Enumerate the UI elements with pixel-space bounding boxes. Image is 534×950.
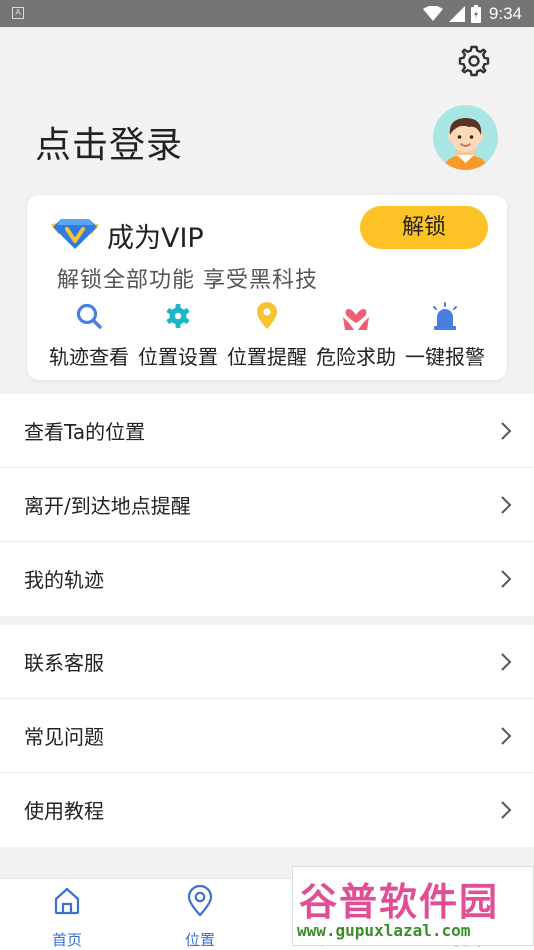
menu-item-label: 使用教程 [24,799,104,823]
feature-label: 位置设置 [138,345,218,369]
battery-icon [470,5,481,23]
vip-diamond-icon [51,219,99,249]
menu-item-faq[interactable]: 常见问题 [0,699,534,773]
chevron-right-icon [501,496,512,514]
chevron-right-icon [501,653,512,671]
gear-icon [166,304,190,328]
wifi-icon [422,6,443,21]
feature-location-reminder[interactable]: 位置提醒 [223,301,311,370]
location-pin-icon [257,302,277,329]
watermark-text: 谷普软件园 [299,880,500,924]
tab-label: 首页 [51,931,82,949]
menu-item-label: 常见问题 [24,725,104,749]
menu-item-label: 联系客服 [24,651,104,675]
vip-features: 轨迹查看 位置设置 位置提醒 危险求助 一键报警 [45,301,489,370]
sim-indicator: A [12,7,24,19]
menu-item-label: 我的轨迹 [24,568,104,592]
menu-item-my-track[interactable]: 我的轨迹 [0,542,534,616]
search-icon [76,303,102,329]
unlock-button[interactable]: 解锁 [360,206,488,249]
signal-icon [448,6,465,22]
alarm-light-icon [433,302,457,330]
menu-item-view-ta-location[interactable]: 查看Ta的位置 [0,394,534,468]
menu-item-leave-arrive-reminder[interactable]: 离开/到达地点提醒 [0,468,534,542]
chevron-right-icon [501,422,512,440]
feature-danger-help[interactable]: 危险求助 [312,301,400,370]
login-link[interactable]: 点击登录 [35,116,183,168]
watermark-url: www.gupuxlazal.com [297,921,471,940]
vip-title: 成为VIP [107,223,204,254]
avatar[interactable] [433,105,498,170]
menu-item-tutorial[interactable]: 使用教程 [0,773,534,847]
watermark: 谷普软件园 www.gupuxlazal.com [292,866,534,946]
feature-one-key-alarm[interactable]: 一键报警 [401,301,489,370]
feature-track-view[interactable]: 轨迹查看 [45,301,133,370]
chevron-right-icon [501,801,512,819]
tab-home[interactable]: 首页 [17,879,117,950]
status-bar: A 9:34 [0,0,534,27]
feature-label: 位置提醒 [227,345,307,369]
tab-location[interactable]: 位置 [150,879,250,950]
menu-item-label: 离开/到达地点提醒 [24,494,191,518]
feature-label: 一键报警 [405,345,485,369]
feature-label: 轨迹查看 [49,345,129,369]
chevron-right-icon [501,727,512,745]
menu-group-location: 查看Ta的位置 离开/到达地点提醒 我的轨迹 [0,394,534,616]
home-icon [54,887,80,915]
gear-icon [458,45,490,77]
settings-button[interactable] [456,43,492,79]
feature-label: 危险求助 [316,345,396,369]
tab-label: 位置 [184,931,215,949]
menu-item-label: 查看Ta的位置 [24,420,146,444]
chevron-right-icon [501,570,512,588]
status-icons: 9:34 [422,3,522,25]
feature-location-settings[interactable]: 位置设置 [134,301,222,370]
vip-subtitle: 解锁全部功能 享受黑科技 [57,268,318,293]
menu-item-contact-support[interactable]: 联系客服 [0,625,534,699]
vip-badge [49,215,101,251]
vip-card: 成为VIP 解锁 解锁全部功能 享受黑科技 轨迹查看 位置设置 位置提醒 危险求… [27,195,507,380]
location-icon [187,885,213,917]
boy-avatar-icon [443,118,488,170]
clock: 9:34 [488,4,522,23]
heart-hands-icon [343,309,369,330]
menu-group-support: 联系客服 常见问题 使用教程 [0,625,534,847]
